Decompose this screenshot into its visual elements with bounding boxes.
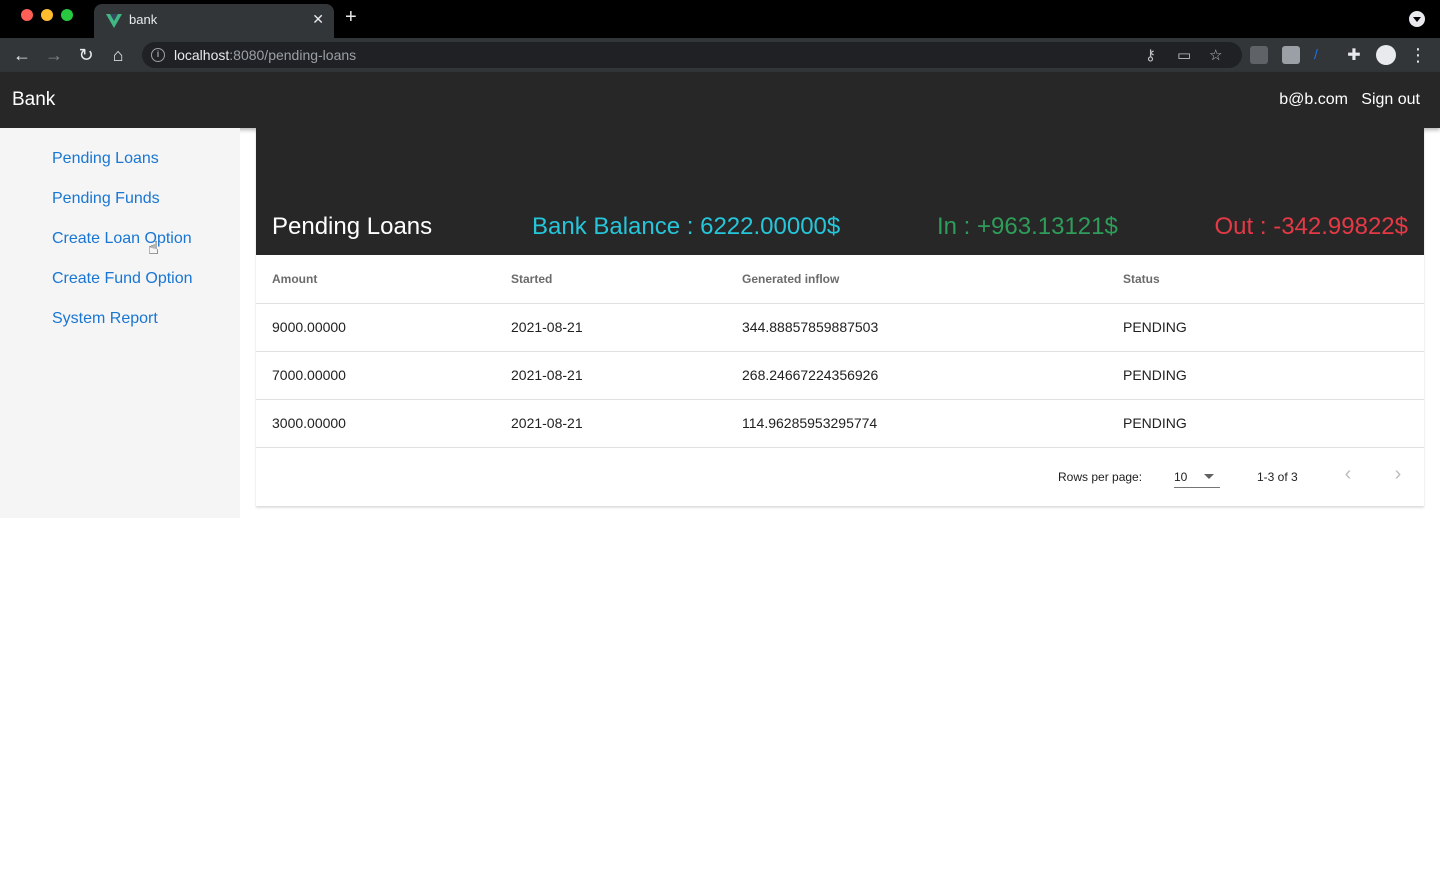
app-brand[interactable]: Bank	[12, 89, 55, 111]
forward-icon[interactable]: →	[42, 43, 66, 67]
column-header-started[interactable]: Started	[495, 255, 726, 304]
summary-header: Pending Loans Bank Balance : 6222.00000$…	[256, 128, 1424, 255]
tab-title: bank	[129, 12, 158, 27]
sidebar: Pending Loans Pending Funds Create Loan …	[0, 128, 240, 518]
cell-generated-inflow: 114.96285953295774	[726, 399, 1107, 448]
extension-icon[interactable]	[1250, 46, 1268, 64]
page-range-info: 1-3 of 3	[1257, 470, 1298, 484]
home-icon[interactable]: ⌂	[106, 43, 130, 67]
outflow-total: Out : -342.99822$	[1214, 213, 1408, 240]
next-page-icon[interactable]: ›	[1386, 463, 1410, 487]
cell-started: 2021-08-21	[495, 303, 726, 352]
rows-per-page-select[interactable]: 10	[1174, 462, 1220, 488]
sidebar-item-pending-funds[interactable]: Pending Funds	[52, 190, 160, 208]
vue-logo-icon	[106, 14, 122, 28]
sidebar-item-pending-loans[interactable]: Pending Loans	[52, 150, 159, 168]
site-info-icon[interactable]: i	[151, 48, 165, 62]
column-header-amount[interactable]: Amount	[256, 255, 495, 304]
previous-page-icon[interactable]: ‹	[1336, 463, 1360, 487]
inflow-total: In : +963.13121$	[937, 213, 1118, 240]
extension-pen-icon[interactable]: /	[1314, 46, 1332, 64]
card-icon[interactable]: ▭	[1177, 46, 1191, 64]
column-header-status[interactable]: Status	[1107, 255, 1424, 304]
browser-tab-bar: bank ✕ +	[0, 0, 1440, 38]
cell-status: PENDING	[1107, 351, 1424, 400]
page-title: Pending Loans	[272, 213, 433, 240]
loans-table: Amount Started Generated inflow Status 9…	[256, 255, 1424, 448]
pending-loans-card: Pending Loans Bank Balance : 6222.00000$…	[256, 128, 1424, 506]
rows-per-page-label: Rows per page:	[1058, 470, 1143, 484]
sign-out-button[interactable]: Sign out	[1361, 91, 1420, 109]
sidebar-item-system-report[interactable]: System Report	[52, 310, 158, 328]
hand-cursor-icon: ☝	[148, 238, 159, 258]
maximize-window-button[interactable]	[61, 9, 73, 21]
table-footer: Rows per page: 10 1-3 of 3 ‹ ›	[256, 448, 1424, 506]
sidebar-item-create-loan-option[interactable]: Create Loan Option	[52, 230, 192, 248]
rows-per-page-value: 10	[1174, 470, 1188, 484]
cell-amount: 7000.00000	[256, 351, 495, 400]
cell-status: PENDING	[1107, 399, 1424, 448]
column-header-generated-inflow[interactable]: Generated inflow	[726, 255, 1107, 304]
browser-toolbar: ← → ↻ ⌂ i localhost:8080/pending-loans ⚷…	[0, 38, 1440, 72]
cell-status: PENDING	[1107, 303, 1424, 352]
cell-amount: 9000.00000	[256, 303, 495, 352]
extensions-puzzle-icon[interactable]: ✚	[1342, 43, 1366, 67]
reload-icon[interactable]: ↻	[74, 43, 98, 67]
cell-started: 2021-08-21	[495, 351, 726, 400]
table-row[interactable]: 9000.00000 2021-08-21 344.88857859887503…	[256, 303, 1424, 352]
extension-upload-icon[interactable]	[1282, 46, 1300, 64]
close-window-button[interactable]	[21, 9, 33, 21]
new-tab-icon[interactable]: +	[345, 6, 357, 29]
key-icon[interactable]: ⚷	[1145, 46, 1156, 64]
cell-started: 2021-08-21	[495, 399, 726, 448]
minimize-window-button[interactable]	[41, 9, 53, 21]
caret-down-icon	[1204, 474, 1214, 479]
address-bar[interactable]: i localhost:8080/pending-loans ⚷ ▭ ☆	[142, 42, 1242, 68]
app-header: Bank b@b.com Sign out	[0, 72, 1440, 128]
bookmark-star-icon[interactable]: ☆	[1209, 46, 1222, 64]
cell-generated-inflow: 268.24667224356926	[726, 351, 1107, 400]
url-text: localhost:8080/pending-loans	[174, 47, 357, 63]
tab-close-icon[interactable]: ✕	[312, 11, 324, 28]
bank-balance: Bank Balance : 6222.00000$	[532, 213, 841, 240]
cell-generated-inflow: 344.88857859887503	[726, 303, 1107, 352]
table-row[interactable]: 7000.00000 2021-08-21 268.24667224356926…	[256, 351, 1424, 400]
user-email: b@b.com	[1279, 91, 1348, 108]
menu-kebab-icon[interactable]: ⋮	[1406, 43, 1430, 67]
tab-search-icon[interactable]	[1409, 11, 1425, 27]
back-icon[interactable]: ←	[10, 43, 34, 67]
browser-tab[interactable]: bank ✕	[94, 4, 334, 38]
sidebar-item-create-fund-option[interactable]: Create Fund Option	[52, 270, 193, 288]
table-header-row: Amount Started Generated inflow Status	[256, 255, 1424, 304]
profile-avatar-icon[interactable]	[1376, 45, 1396, 65]
table-row[interactable]: 3000.00000 2021-08-21 114.96285953295774…	[256, 399, 1424, 448]
cell-amount: 3000.00000	[256, 399, 495, 448]
